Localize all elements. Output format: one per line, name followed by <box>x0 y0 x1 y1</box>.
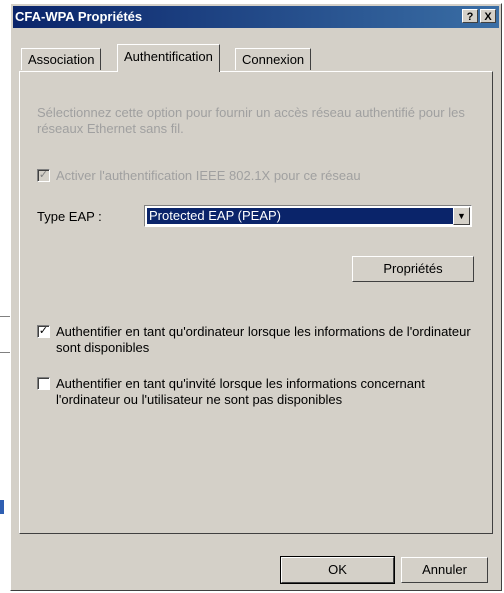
eap-type-value: Protected EAP (PEAP) <box>147 208 453 224</box>
enable-8021x-row: ✓ Activer l'authentification IEEE 802.1X… <box>37 168 361 184</box>
background-divider <box>0 352 10 353</box>
auth-description: Sélectionnez cette option pour fournir u… <box>37 105 465 136</box>
computer-auth-checkbox[interactable]: ✓ <box>37 325 50 338</box>
background-divider <box>0 316 10 317</box>
tab-authentification[interactable]: Authentification <box>117 44 220 72</box>
guest-auth-row: Authentifier en tant qu'invité lorsque l… <box>37 376 477 408</box>
window-title: CFA-WPA Propriétés <box>15 9 143 24</box>
background-selection <box>0 500 4 514</box>
ok-button[interactable]: OK <box>280 556 395 584</box>
authentification-panel: Sélectionnez cette option pour fournir u… <box>19 71 493 534</box>
cancel-button[interactable]: Annuler <box>401 557 488 583</box>
guest-auth-label: Authentifier en tant qu'invité lorsque l… <box>56 376 425 407</box>
chevron-down-icon[interactable]: ▼ <box>453 207 470 225</box>
eap-type-select[interactable]: Protected EAP (PEAP) ▼ <box>144 205 472 227</box>
tab-connexion[interactable]: Connexion <box>235 48 312 70</box>
enable-8021x-label: Activer l'authentification IEEE 802.1X p… <box>56 168 361 183</box>
properties-dialog: CFA-WPA Propriétés ? X Association Authe… <box>10 3 502 591</box>
eap-type-label: Type EAP : <box>37 209 102 224</box>
help-button[interactable]: ? <box>462 9 478 23</box>
guest-auth-checkbox[interactable] <box>37 377 50 390</box>
eap-properties-button[interactable]: Propriétés <box>352 256 474 282</box>
title-bar[interactable]: CFA-WPA Propriétés ? X <box>13 6 499 28</box>
close-button[interactable]: X <box>480 9 496 23</box>
computer-auth-row: ✓ Authentifier en tant qu'ordinateur lor… <box>37 324 477 356</box>
enable-8021x-checkbox[interactable]: ✓ <box>37 169 50 182</box>
tab-association[interactable]: Association <box>21 48 102 70</box>
computer-auth-label: Authentifier en tant qu'ordinateur lorsq… <box>56 324 471 355</box>
